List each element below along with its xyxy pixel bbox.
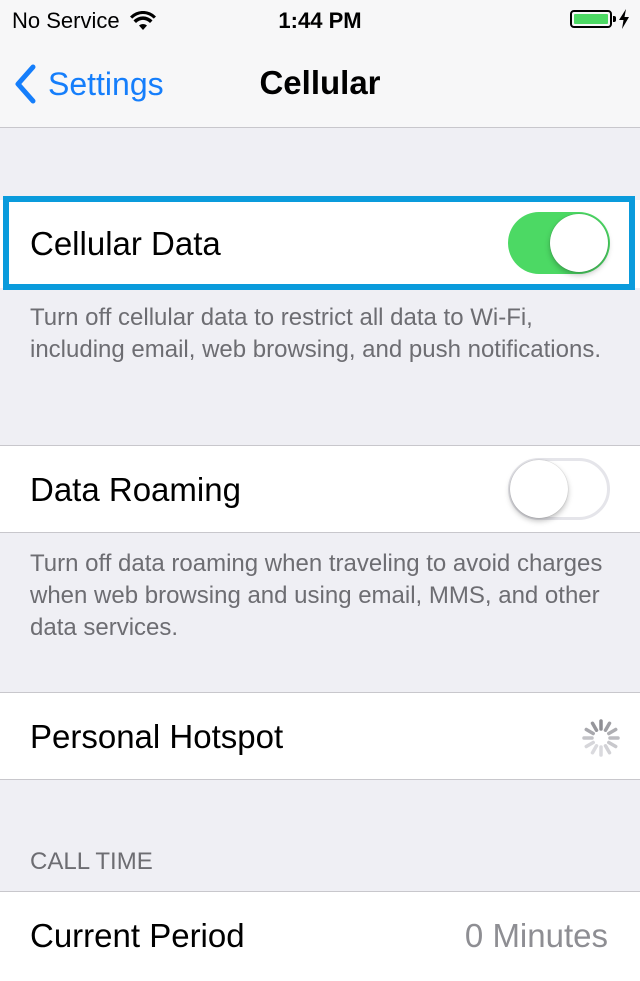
battery-tip (613, 16, 616, 22)
status-bar: No Service 1:44 PM (0, 0, 640, 40)
navigation-bar: Settings Cellular (0, 40, 640, 128)
toggle-knob (510, 460, 568, 518)
data-roaming-toggle[interactable] (508, 458, 610, 520)
cellular-data-toggle[interactable] (508, 212, 610, 274)
data-roaming-label: Data Roaming (30, 471, 241, 508)
current-period-row: Current Period 0 Minutes (0, 891, 640, 981)
data-roaming-row: Data Roaming (0, 445, 640, 533)
toggle-knob (550, 214, 608, 272)
page-title: Cellular (259, 64, 381, 101)
loading-spinner-icon (582, 719, 620, 757)
status-time: 1:44 PM (278, 8, 362, 33)
status-right (570, 9, 630, 29)
personal-hotspot-label: Personal Hotspot (30, 718, 284, 755)
cellular-data-row: Cellular Data (0, 200, 640, 288)
battery-icon (570, 10, 616, 28)
charging-bolt-icon (619, 9, 629, 29)
call-time-header: CALL TIME (30, 848, 153, 875)
cellular-data-footer: Turn off cellular data to restrict all d… (30, 304, 601, 363)
data-roaming-footer: Turn off data roaming when traveling to … (30, 550, 603, 641)
personal-hotspot-row[interactable]: Personal Hotspot (0, 692, 640, 780)
current-period-label: Current Period (30, 917, 245, 954)
cellular-data-label: Cellular Data (30, 225, 221, 262)
current-period-value: 0 Minutes (464, 917, 608, 954)
battery-fill (574, 14, 608, 24)
